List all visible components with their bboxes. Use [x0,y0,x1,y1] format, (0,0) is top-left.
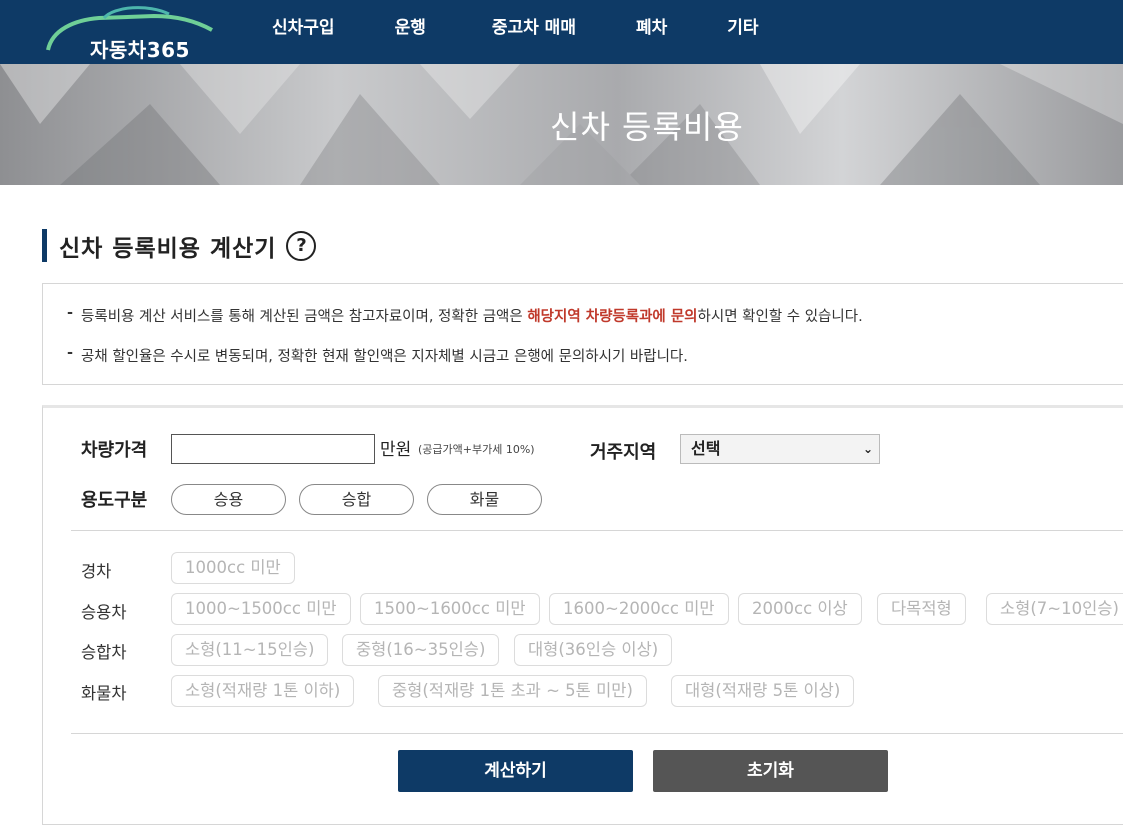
notice-box: - 등록비용 계산 서비스를 통해 계산된 금액은 참고자료이며, 정확한 금액… [42,283,1123,385]
usage-option-passenger[interactable]: 승용 [171,484,286,515]
dash-bullet: - [67,305,74,321]
vehicle-option[interactable]: 2000cc 이상 [738,593,862,625]
vehicle-option[interactable]: 중형(적재량 1톤 초과 ~ 5톤 미만) [378,675,647,707]
site-logo[interactable]: 자동차365 [44,4,219,62]
vehicle-option[interactable]: 대형(36인승 이상) [514,634,673,666]
hero-banner: 신차 등록비용 [0,64,1123,185]
hero-title: 신차 등록비용 [550,108,744,146]
price-note: (공급가액+부가세 10%) [418,443,535,456]
vehicle-option[interactable]: 1600~2000cc 미만 [549,593,729,625]
question-circle-icon[interactable]: ? [286,230,317,261]
vehicle-option[interactable]: 중형(16~35인승) [342,634,500,666]
price-label: 차량가격 [81,440,148,461]
nav-etc[interactable]: 기타 [689,0,780,56]
reset-button[interactable]: 초기화 [653,750,888,792]
chevron-down-icon: ⌄ [862,442,873,456]
vehicle-option[interactable]: 1500~1600cc 미만 [360,593,540,625]
vehicle-group-label: 경차 [81,562,112,581]
nav-used-car-trade[interactable]: 중고차 매매 [448,0,598,56]
region-select[interactable]: 선택 ⌄ [680,434,880,464]
region-label: 거주지역 [590,442,657,463]
region-selected-value: 선택 [691,439,721,458]
vehicle-group-label: 승용차 [81,603,127,622]
usage-option-van[interactable]: 승합 [299,484,414,515]
notice-highlight: 해당지역 차량등록과에 문의 [527,309,698,325]
top-navigation-bar: 자동차365 신차구입 운행 중고차 매매 폐차 기타 [0,0,1123,64]
vehicle-option[interactable]: 다목적형 [877,593,966,625]
main-nav: 신차구입 운행 중고차 매매 폐차 기타 [250,0,781,56]
vehicle-group-label: 승합차 [81,643,127,662]
notice-line-1-text: 등록비용 계산 서비스를 통해 계산된 금액은 참고자료이며, 정확한 금액은 … [81,309,863,325]
notice-line-2: - 공채 할인율은 수시로 변동되며, 정확한 현재 할인액은 지자체별 시금고… [67,345,688,366]
usage-label: 용도구분 [81,490,148,511]
calculator-form: 차량가격 만원 (공급가액+부가세 10%) 거주지역 선택 ⌄ 용도구분 승용… [42,405,1123,825]
form-divider [71,733,1123,734]
logo-text: 자동차365 [90,38,190,62]
dash-bullet: - [67,345,74,361]
price-unit: 만원 [380,440,412,460]
notice-line-2-text: 공채 할인율은 수시로 변동되며, 정확한 현재 할인액은 지자체별 시금고 은… [81,349,688,365]
section-title: 신차 등록비용 계산기 ? [42,229,317,262]
form-divider [71,530,1123,531]
vehicle-option[interactable]: 소형(적재량 1톤 이하) [171,675,355,707]
calculator-title: 신차 등록비용 계산기 [59,235,277,262]
vehicle-group-label: 화물차 [81,684,127,703]
vehicle-option[interactable]: 소형(7~10인승) [986,593,1123,625]
vehicle-option[interactable]: 소형(11~15인승) [171,634,329,666]
notice-line-1: - 등록비용 계산 서비스를 통해 계산된 금액은 참고자료이며, 정확한 금액… [67,305,863,326]
vehicle-option[interactable]: 1000~1500cc 미만 [171,593,351,625]
calculate-button[interactable]: 계산하기 [398,750,633,792]
usage-option-truck[interactable]: 화물 [427,484,542,515]
nav-driving[interactable]: 운행 [357,0,448,56]
price-input[interactable] [171,434,375,464]
nav-new-car-purchase[interactable]: 신차구입 [250,0,357,56]
vehicle-option[interactable]: 대형(적재량 5톤 이상) [671,675,855,707]
nav-scrap[interactable]: 폐차 [598,0,689,56]
vehicle-option[interactable]: 1000cc 미만 [171,552,295,584]
